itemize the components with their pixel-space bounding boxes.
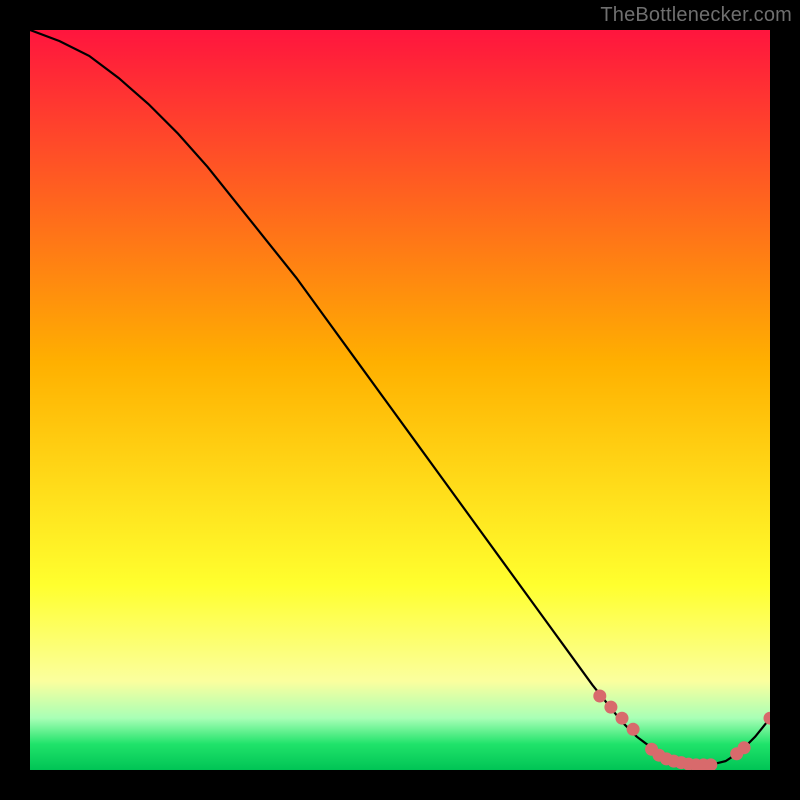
data-marker [616, 712, 629, 725]
data-marker [738, 741, 751, 754]
attribution-text: TheBottlenecker.com [600, 4, 792, 27]
data-marker [627, 723, 640, 736]
bottleneck-chart [30, 30, 770, 770]
gradient-background [30, 30, 770, 770]
data-marker [593, 690, 606, 703]
data-marker [604, 701, 617, 714]
chart-stage: TheBottlenecker.com [0, 0, 800, 800]
